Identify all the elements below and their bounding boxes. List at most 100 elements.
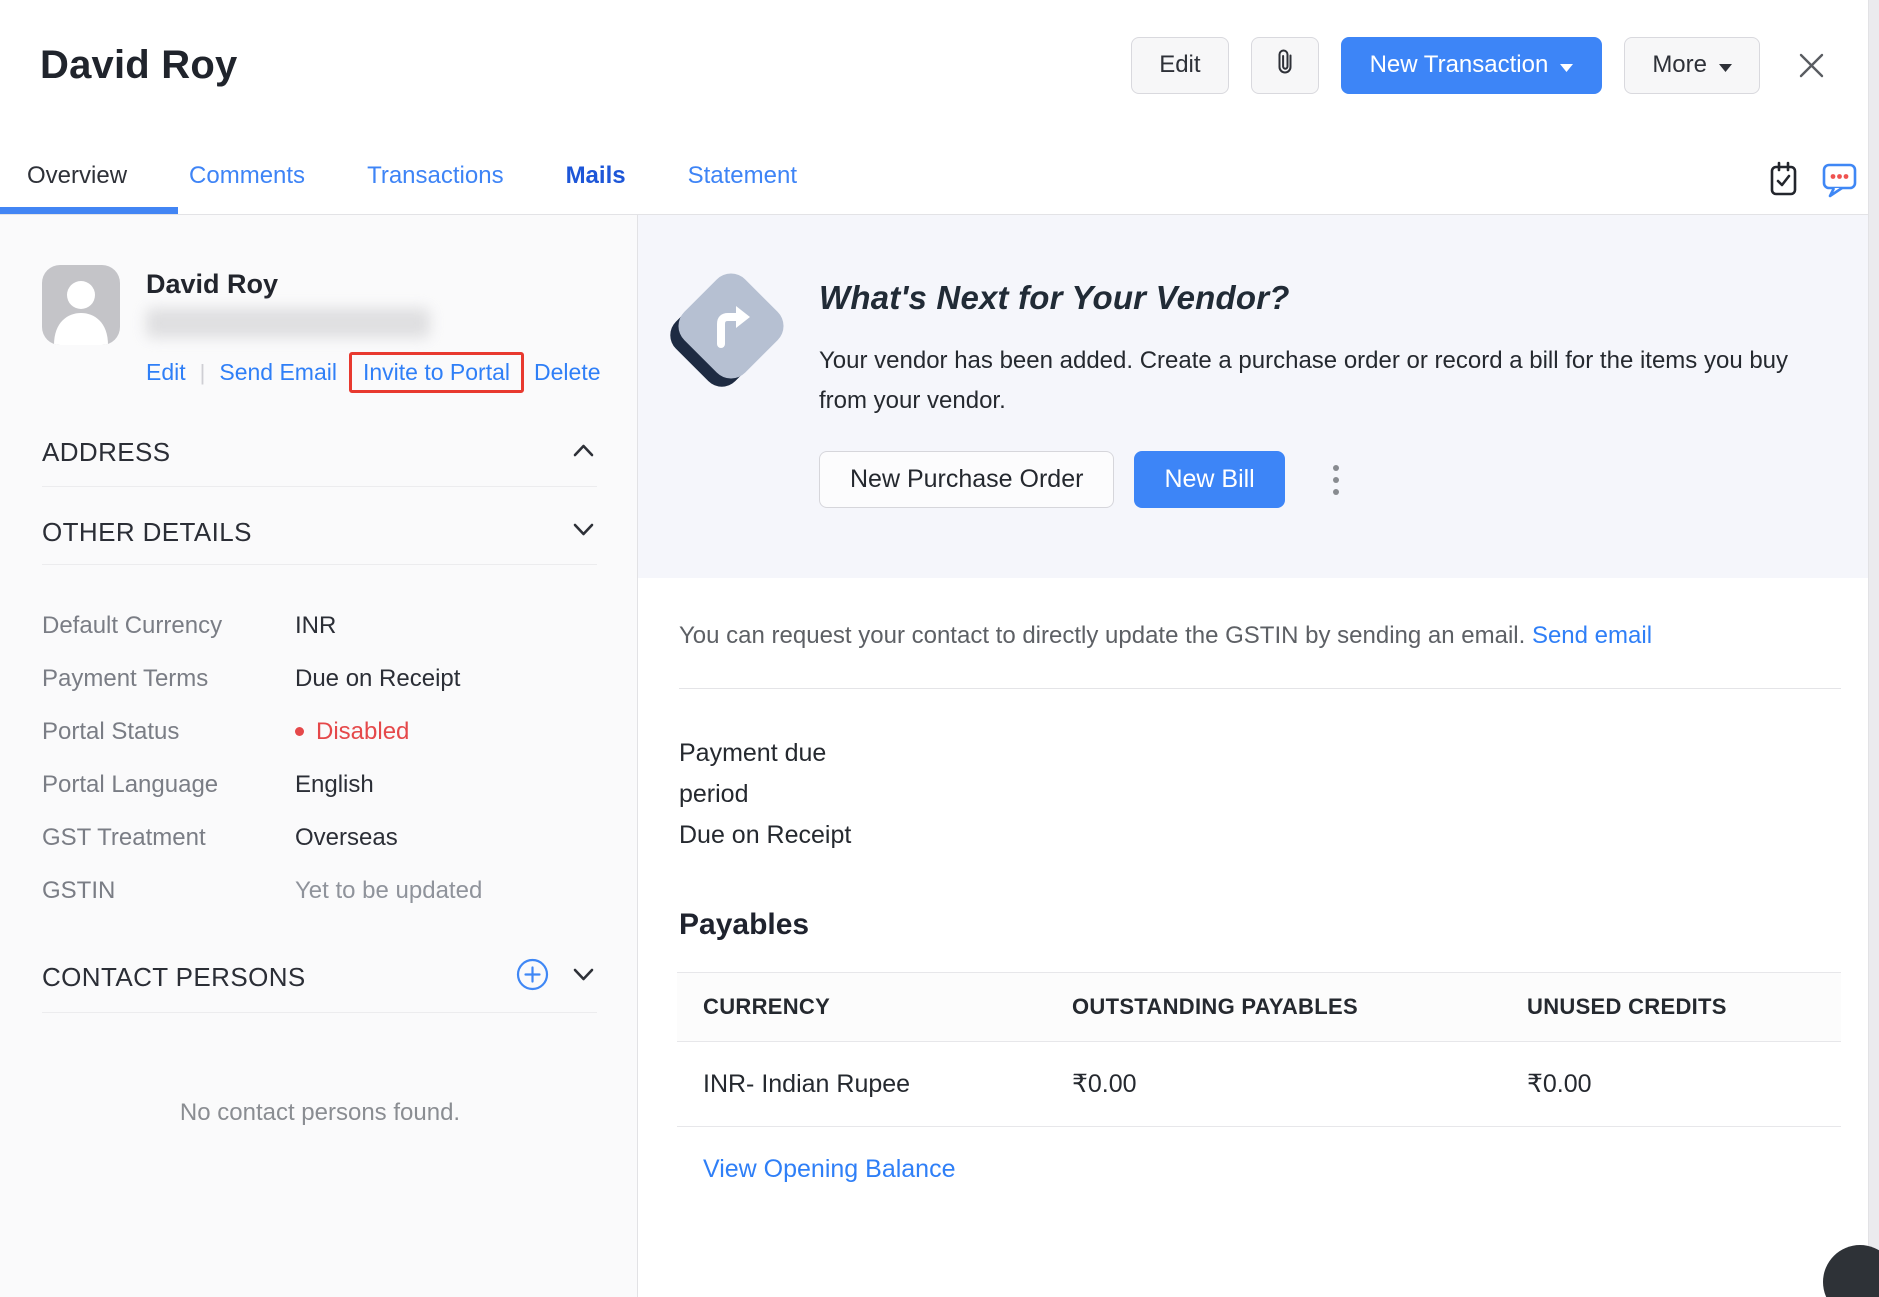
main-content: David Roy Edit | Send Email Invite to Po… <box>0 215 1879 1297</box>
more-label: More <box>1652 51 1707 79</box>
detail-row: Portal Language English <box>42 758 597 811</box>
chevron-up-icon[interactable] <box>570 441 597 464</box>
payment-due-period: Payment due period Due on Receipt <box>679 733 1879 856</box>
contact-persons-section-header[interactable]: CONTACT PERSONS <box>42 957 597 1013</box>
header: David Roy Edit New Transaction More <box>0 0 1879 120</box>
detail-label: GSTIN <box>42 877 295 905</box>
contact-persons-section-title: CONTACT PERSONS <box>42 962 306 993</box>
detail-row: GST Treatment Overseas <box>42 811 597 864</box>
other-details-section-title: OTHER DETAILS <box>42 517 252 548</box>
send-email-link[interactable]: Send Email <box>219 359 337 386</box>
contact-persons-controls <box>515 957 597 997</box>
status-text: Disabled <box>316 718 409 746</box>
email-redacted-blur <box>146 308 430 338</box>
close-icon[interactable] <box>1796 50 1827 81</box>
left-panel: David Roy Edit | Send Email Invite to Po… <box>0 215 638 1297</box>
no-contact-persons-message: No contact persons found. <box>42 1099 598 1127</box>
tab-comments[interactable]: Comments <box>189 162 305 190</box>
detail-row: Portal Status Disabled <box>42 705 597 758</box>
banner-content: What's Next for Your Vendor? Your vendor… <box>819 271 1839 578</box>
detail-label: Portal Status <box>42 718 295 746</box>
profile-info: David Roy Edit | Send Email Invite to Po… <box>146 265 601 393</box>
delete-link[interactable]: Delete <box>534 359 600 386</box>
other-details-list: Default Currency INR Payment Terms Due o… <box>42 599 597 917</box>
detail-label: Portal Language <box>42 771 295 799</box>
invite-to-portal-link[interactable]: Invite to Portal <box>363 359 510 385</box>
invite-to-portal-highlight: Invite to Portal <box>349 352 524 393</box>
outstanding-payables-cell: ₹0.00 <box>1072 1069 1527 1099</box>
detail-row: Payment Terms Due on Receipt <box>42 652 597 705</box>
edit-button[interactable]: Edit <box>1131 37 1228 94</box>
payables-heading: Payables <box>679 908 1879 942</box>
page-title: David Roy <box>40 43 237 88</box>
detail-value: Yet to be updated <box>295 877 482 905</box>
detail-value: Due on Receipt <box>295 665 460 693</box>
payment-due-line: Payment due <box>679 733 1879 774</box>
column-header-currency: CURRENCY <box>677 994 1072 1020</box>
detail-value: Overseas <box>295 824 398 852</box>
gstin-notice: You can request your contact to directly… <box>638 578 1879 650</box>
detail-value: INR <box>295 612 336 640</box>
new-bill-button[interactable]: New Bill <box>1134 451 1284 508</box>
chevron-down-icon[interactable] <box>570 966 597 989</box>
portal-status-value: Disabled <box>295 718 409 746</box>
payables-table-header: CURRENCY OUTSTANDING PAYABLES UNUSED CRE… <box>677 972 1841 1042</box>
more-button[interactable]: More <box>1624 37 1760 94</box>
banner-buttons: New Purchase Order New Bill <box>819 451 1839 508</box>
status-dot <box>295 727 304 736</box>
tab-mails[interactable]: Mails <box>566 162 626 190</box>
unused-credits-cell: ₹0.00 <box>1527 1069 1841 1099</box>
detail-label: Payment Terms <box>42 665 295 693</box>
detail-row: Default Currency INR <box>42 599 597 652</box>
chevron-down-icon[interactable] <box>570 521 597 544</box>
add-contact-person-icon[interactable] <box>515 957 550 997</box>
tabs: Overview Comments Transactions Mails Sta… <box>27 162 797 190</box>
profile-actions: Edit | Send Email Invite to Portal Delet… <box>146 352 601 393</box>
vendor-name: David Roy <box>146 268 601 300</box>
payment-due-line: period <box>679 774 1879 815</box>
tasks-clipboard-icon[interactable] <box>1768 160 1799 198</box>
new-transaction-label: New Transaction <box>1370 51 1549 79</box>
profile-edit-link[interactable]: Edit <box>146 359 186 386</box>
vendor-detail-page: David Roy Edit New Transaction More <box>0 0 1879 1297</box>
chevron-down-icon <box>1719 51 1732 79</box>
detail-label: Default Currency <box>42 612 295 640</box>
tabbar-icons <box>1768 160 1858 198</box>
header-actions: Edit New Transaction More <box>1131 37 1827 94</box>
profile-card: David Roy Edit | Send Email Invite to Po… <box>42 265 597 393</box>
tab-bar: Overview Comments Transactions Mails Sta… <box>0 120 1879 215</box>
gstin-notice-text: You can request your contact to directly… <box>679 622 1525 649</box>
scrollbar[interactable] <box>1868 0 1879 1297</box>
right-panel: What's Next for Your Vendor? Your vendor… <box>638 215 1879 1297</box>
chevron-down-icon <box>1560 51 1573 79</box>
tab-transactions[interactable]: Transactions <box>367 162 504 190</box>
column-header-outstanding-payables: OUTSTANDING PAYABLES <box>1072 994 1527 1020</box>
new-purchase-order-button[interactable]: New Purchase Order <box>819 451 1114 508</box>
detail-value: English <box>295 771 374 799</box>
detail-label: GST Treatment <box>42 824 295 852</box>
active-tab-underline <box>0 207 178 214</box>
new-transaction-button[interactable]: New Transaction <box>1341 37 1603 94</box>
view-opening-balance-link[interactable]: View Opening Balance <box>703 1155 956 1184</box>
detail-row: GSTIN Yet to be updated <box>42 864 597 917</box>
avatar <box>42 265 120 345</box>
link-separator: | <box>200 360 206 386</box>
whats-next-banner: What's Next for Your Vendor? Your vendor… <box>638 215 1879 578</box>
currency-cell: INR- Indian Rupee <box>677 1070 1072 1099</box>
attachments-button[interactable] <box>1251 37 1319 94</box>
address-section-title: ADDRESS <box>42 437 171 468</box>
comments-bubble-icon[interactable] <box>1821 160 1858 198</box>
divider <box>679 688 1841 689</box>
send-email-gstin-link[interactable]: Send email <box>1532 622 1652 649</box>
payables-table: CURRENCY OUTSTANDING PAYABLES UNUSED CRE… <box>677 972 1841 1127</box>
vertical-ellipsis-icon[interactable] <box>1327 459 1345 501</box>
table-row: INR- Indian Rupee ₹0.00 ₹0.00 <box>677 1042 1841 1127</box>
tab-overview[interactable]: Overview <box>27 162 127 190</box>
payment-due-line: Due on Receipt <box>679 815 1879 856</box>
turn-right-icon <box>679 273 783 385</box>
address-section-header[interactable]: ADDRESS <box>42 437 597 487</box>
column-header-unused-credits: UNUSED CREDITS <box>1527 994 1841 1020</box>
tab-statement[interactable]: Statement <box>688 162 797 190</box>
paperclip-icon <box>1273 48 1297 83</box>
other-details-section-header[interactable]: OTHER DETAILS <box>42 517 597 565</box>
